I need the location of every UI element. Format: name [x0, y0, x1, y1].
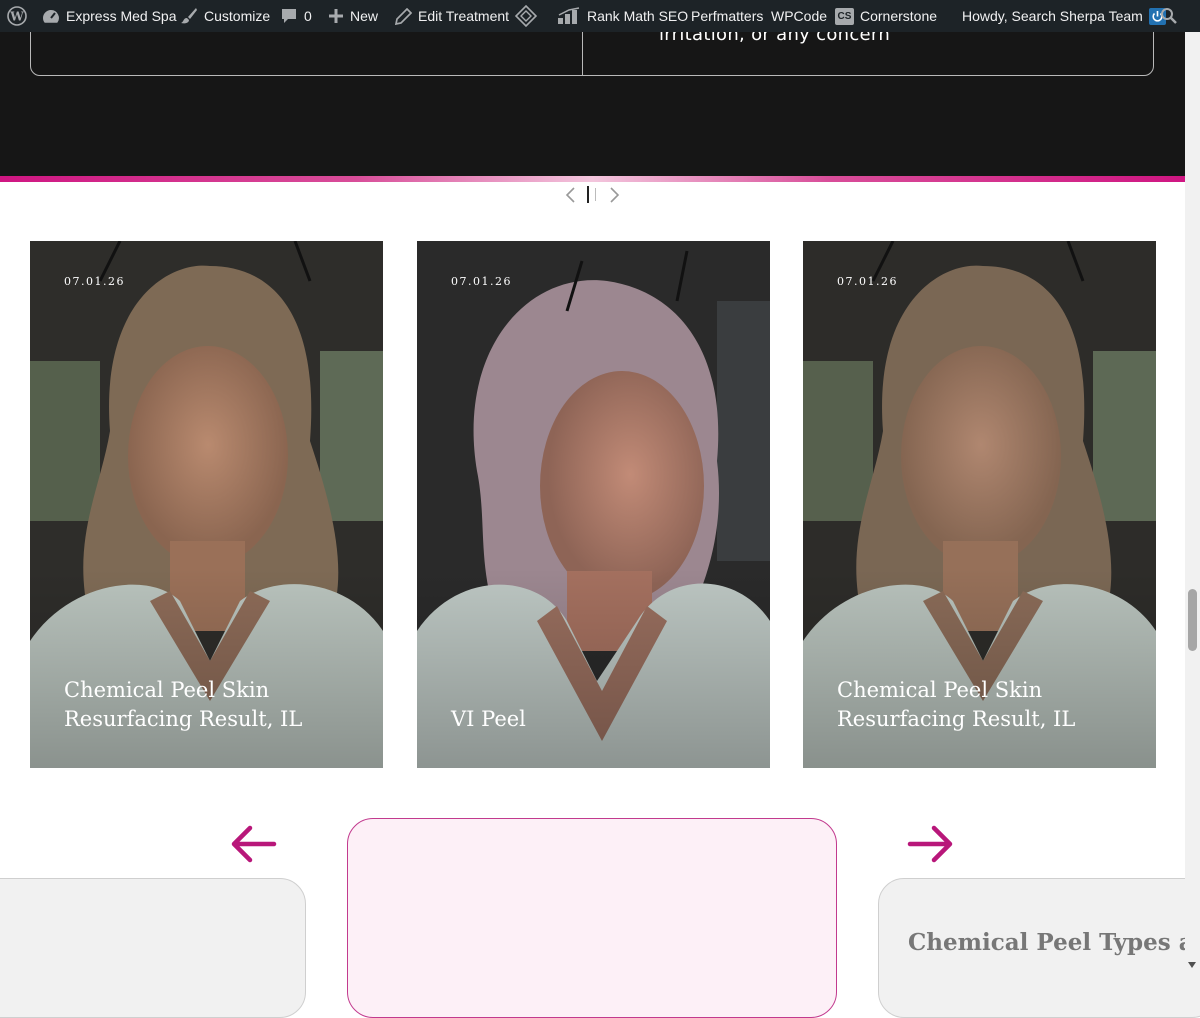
card-title: Chemical Peel Skin Resurfacing Result, I… [64, 678, 303, 731]
cornerstone-icon: CS [835, 7, 854, 25]
card-date: 07.01.26 [64, 275, 125, 288]
new-content-link[interactable]: New [328, 0, 378, 32]
result-card[interactable]: 07.01.26 Chemical Peel Skin Resurfacing … [30, 241, 383, 768]
search-icon[interactable] [1160, 0, 1178, 32]
perfmatters-label: Perfmatters [691, 8, 764, 24]
dashboard-icon [43, 10, 59, 23]
scroll-down-arrow-icon[interactable] [1188, 962, 1196, 968]
arrow-right-icon[interactable] [906, 822, 956, 866]
chevron-left-icon[interactable] [562, 185, 578, 205]
cornerstone-label: Cornerstone [860, 8, 938, 24]
slide-indicator[interactable] [595, 188, 596, 201]
card-title: Chemical Peel Skin Resurfacing Result, I… [837, 678, 1076, 731]
plus-icon [329, 9, 343, 23]
info-card-next[interactable]: Chemical Peel Types and [878, 878, 1200, 1018]
rank-math-chart-icon [558, 7, 580, 24]
perfmatters-link[interactable]: Perfmatters [691, 0, 763, 32]
rank-math-label: Rank Math SEO [587, 8, 689, 24]
card-shade [803, 568, 1156, 768]
paintbrush-icon [181, 8, 197, 24]
card-shade [417, 568, 770, 768]
wpcode-label: WPCode [771, 8, 828, 24]
page-scrollbar[interactable] [1185, 32, 1200, 977]
chevron-right-icon[interactable] [607, 185, 623, 205]
howdy-label: Howdy, Search Sherpa Team [962, 8, 1143, 24]
comments-link[interactable]: 0 [280, 0, 312, 32]
site-name-label: Express Med Spa [66, 8, 177, 24]
result-card[interactable]: 07.01.26 VI Peel [417, 241, 770, 768]
customize-link[interactable]: Customize [180, 0, 270, 32]
wordpress-logo-icon[interactable]: W [7, 0, 27, 32]
edit-treatment-link[interactable]: Edit Treatment [395, 0, 509, 32]
diamond-plugin-icon[interactable] [515, 0, 537, 32]
card-shade [30, 568, 383, 768]
arrow-left-icon[interactable] [228, 822, 278, 866]
card-title: VI Peel [451, 707, 526, 731]
result-card[interactable]: 07.01.26 Chemical Peel Skin Resurfacing … [803, 241, 1156, 768]
comments-count: 0 [304, 8, 312, 24]
wp-admin-bar: W Express Med Spa Customize 0 New Edit T… [0, 0, 1200, 32]
site-name-link[interactable]: Express Med Spa [42, 0, 177, 32]
info-card-title: Chemical Peel Types and [908, 929, 1200, 956]
rank-math-link[interactable]: Rank Math SEO [557, 0, 688, 32]
scrollbar-thumb[interactable] [1188, 589, 1197, 651]
edit-label: Edit Treatment [418, 8, 510, 24]
info-card-active[interactable] [347, 818, 837, 1018]
accent-divider [0, 176, 1185, 182]
svg-text:W: W [9, 10, 24, 24]
my-account-link[interactable]: Howdy, Search Sherpa Team [962, 0, 1166, 32]
wpcode-link[interactable]: WPCode [771, 0, 827, 32]
pencil-icon [395, 7, 412, 25]
card-date: 07.01.26 [837, 275, 898, 288]
comment-bubble-icon [282, 9, 296, 23]
slide-indicator-active[interactable] [587, 186, 589, 203]
card-date: 07.01.26 [451, 275, 512, 288]
info-card-prev[interactable] [0, 878, 306, 1018]
cornerstone-link[interactable]: CS Cornerstone [835, 0, 937, 32]
new-label: New [350, 8, 379, 24]
customize-label: Customize [204, 8, 271, 24]
